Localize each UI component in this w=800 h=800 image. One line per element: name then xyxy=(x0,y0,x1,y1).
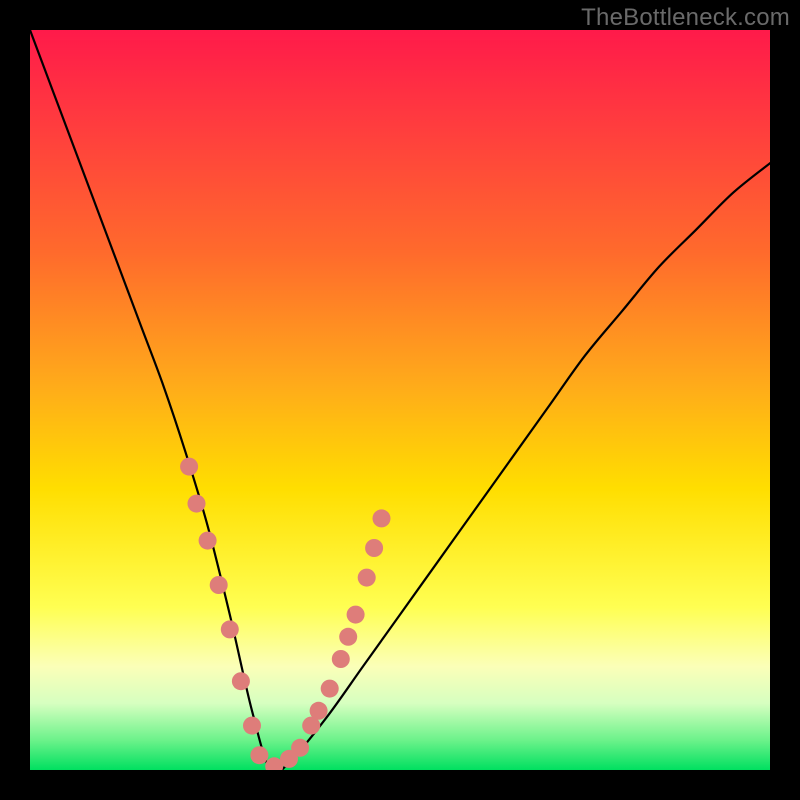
scatter-point xyxy=(243,717,261,735)
scatter-point xyxy=(347,606,365,624)
scatter-point xyxy=(221,620,239,638)
watermark-text: TheBottleneck.com xyxy=(581,4,790,32)
scatter-point xyxy=(339,628,357,646)
scatter-point xyxy=(358,569,376,587)
chart-area xyxy=(30,30,770,770)
scatter-point xyxy=(199,532,217,550)
scatter-point xyxy=(332,650,350,668)
scatter-point xyxy=(250,746,268,764)
scatter-point xyxy=(365,539,383,557)
chart-svg xyxy=(30,30,770,770)
scatter-point xyxy=(373,509,391,527)
outer-frame: TheBottleneck.com xyxy=(0,0,800,800)
scatter-point xyxy=(188,495,206,513)
gradient-background xyxy=(30,30,770,770)
scatter-point xyxy=(310,702,328,720)
scatter-point xyxy=(232,672,250,690)
scatter-point xyxy=(291,739,309,757)
scatter-point xyxy=(321,680,339,698)
scatter-point xyxy=(180,458,198,476)
scatter-point xyxy=(210,576,228,594)
